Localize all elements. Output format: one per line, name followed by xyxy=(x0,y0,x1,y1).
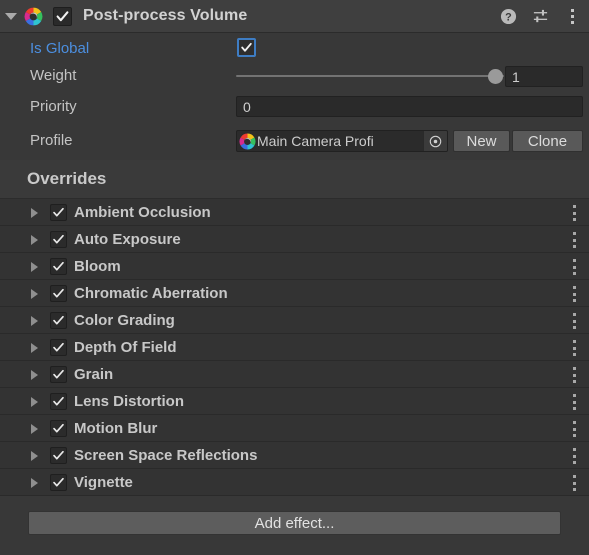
effect-row[interactable]: Chromatic Aberration xyxy=(0,280,589,307)
chevron-right-icon[interactable] xyxy=(31,235,38,245)
chevron-right-icon[interactable] xyxy=(31,208,38,218)
inspector-panel: Post-process Volume ? Is Global Weight 1… xyxy=(0,0,589,555)
effect-label: Screen Space Reflections xyxy=(74,446,258,464)
effect-label: Ambient Occlusion xyxy=(74,203,211,221)
chevron-right-icon[interactable] xyxy=(31,289,38,299)
chevron-right-icon[interactable] xyxy=(31,343,38,353)
priority-input[interactable]: 0 xyxy=(236,96,583,117)
effect-row[interactable]: Bloom xyxy=(0,253,589,280)
property-row-is-global: Is Global xyxy=(0,35,589,62)
profile-object-field[interactable]: Main Camera Profi xyxy=(236,130,448,152)
effect-context-menu-icon[interactable] xyxy=(571,394,577,410)
checkmark-icon xyxy=(54,8,71,25)
effect-row[interactable]: Grain xyxy=(0,361,589,388)
weight-slider[interactable] xyxy=(236,68,504,84)
effect-label: Grain xyxy=(74,365,114,383)
chevron-right-icon[interactable] xyxy=(31,478,38,488)
effect-enabled-checkbox[interactable] xyxy=(50,366,67,383)
component-title: Post-process Volume xyxy=(83,7,248,24)
component-foldout-toggle[interactable] xyxy=(0,0,22,33)
effect-row[interactable]: Auto Exposure xyxy=(0,226,589,253)
chevron-right-icon[interactable] xyxy=(31,451,38,461)
effect-enabled-checkbox[interactable] xyxy=(50,447,67,464)
aperture-icon xyxy=(239,133,256,150)
effect-context-menu-icon[interactable] xyxy=(571,475,577,491)
effect-row[interactable]: Ambient Occlusion xyxy=(0,199,589,226)
effect-context-menu-icon[interactable] xyxy=(571,205,577,221)
chevron-right-icon[interactable] xyxy=(31,397,38,407)
kebab-dots xyxy=(570,9,574,24)
effect-row[interactable]: Depth Of Field xyxy=(0,334,589,361)
property-row-priority: Priority 0 xyxy=(0,93,589,120)
property-row-weight: Weight 1 xyxy=(0,62,589,89)
effect-enabled-checkbox[interactable] xyxy=(50,285,67,302)
effect-context-menu-icon[interactable] xyxy=(571,313,577,329)
chevron-right-icon[interactable] xyxy=(31,424,38,434)
effect-label: Chromatic Aberration xyxy=(74,284,228,302)
effect-enabled-checkbox[interactable] xyxy=(50,393,67,410)
effect-enabled-checkbox[interactable] xyxy=(50,204,67,221)
header-icon-group: ? xyxy=(499,0,581,33)
effect-enabled-checkbox[interactable] xyxy=(50,339,67,356)
effect-context-menu-icon[interactable] xyxy=(571,421,577,437)
overrides-title: Overrides xyxy=(27,169,107,188)
effect-row[interactable]: Screen Space Reflections xyxy=(0,442,589,469)
effect-label: Lens Distortion xyxy=(74,392,185,410)
priority-label: Priority xyxy=(30,98,77,115)
weight-label: Weight xyxy=(30,67,77,84)
preset-icon[interactable] xyxy=(531,8,549,26)
effect-enabled-checkbox[interactable] xyxy=(50,231,67,248)
slider-track xyxy=(236,75,504,77)
effect-row[interactable]: Vignette xyxy=(0,469,589,496)
effect-label: Bloom xyxy=(74,257,121,275)
effect-context-menu-icon[interactable] xyxy=(571,367,577,383)
chevron-right-icon[interactable] xyxy=(31,370,38,380)
clone-profile-button[interactable]: Clone xyxy=(512,130,583,152)
svg-text:?: ? xyxy=(505,12,512,24)
overrides-effect-list: Ambient Occlusion Auto Exposure Bloom Chrom… xyxy=(0,199,589,496)
effect-enabled-checkbox[interactable] xyxy=(50,420,67,437)
effect-enabled-checkbox[interactable] xyxy=(50,258,67,275)
effect-label: Auto Exposure xyxy=(74,230,181,248)
profile-label: Profile xyxy=(30,132,73,149)
component-header[interactable]: Post-process Volume ? xyxy=(0,0,589,33)
object-picker-icon[interactable] xyxy=(423,131,447,151)
checkmark-icon xyxy=(239,40,254,55)
chevron-right-icon[interactable] xyxy=(31,316,38,326)
slider-handle[interactable] xyxy=(488,69,503,84)
aperture-icon xyxy=(24,7,43,26)
is-global-checkbox[interactable] xyxy=(237,38,256,57)
effect-enabled-checkbox[interactable] xyxy=(50,312,67,329)
effect-label: Depth Of Field xyxy=(74,338,177,356)
effect-label: Color Grading xyxy=(74,311,175,329)
component-enabled-checkbox[interactable] xyxy=(53,6,72,26)
effect-context-menu-icon[interactable] xyxy=(571,286,577,302)
profile-value: Main Camera Profi xyxy=(257,133,374,149)
help-icon[interactable]: ? xyxy=(499,8,517,26)
weight-input[interactable]: 1 xyxy=(505,66,583,87)
effect-row[interactable]: Color Grading xyxy=(0,307,589,334)
chevron-right-icon[interactable] xyxy=(31,262,38,272)
context-menu-icon[interactable] xyxy=(563,8,581,26)
effect-row[interactable]: Lens Distortion xyxy=(0,388,589,415)
effect-label: Vignette xyxy=(74,473,133,491)
property-row-profile: Profile Main Camera Profi New Clone xyxy=(0,127,589,154)
overrides-section-header: Overrides xyxy=(0,160,589,199)
effect-row[interactable]: Motion Blur xyxy=(0,415,589,442)
effect-context-menu-icon[interactable] xyxy=(571,448,577,464)
effect-enabled-checkbox[interactable] xyxy=(50,474,67,491)
effect-context-menu-icon[interactable] xyxy=(571,232,577,248)
effect-context-menu-icon[interactable] xyxy=(571,259,577,275)
add-effect-button[interactable]: Add effect... xyxy=(28,511,561,535)
new-profile-button[interactable]: New xyxy=(453,130,510,152)
effect-context-menu-icon[interactable] xyxy=(571,340,577,356)
effect-label: Motion Blur xyxy=(74,419,158,437)
chevron-down-icon xyxy=(5,12,17,20)
is-global-label: Is Global xyxy=(30,40,90,57)
